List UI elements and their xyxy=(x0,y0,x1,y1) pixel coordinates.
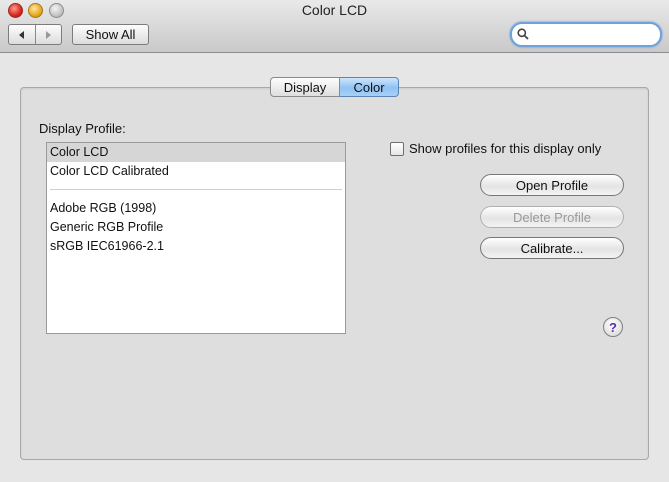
back-forward-control xyxy=(8,24,62,45)
chevron-left-icon xyxy=(18,30,24,39)
window-title: Color LCD xyxy=(301,2,368,18)
tab-color[interactable]: Color xyxy=(340,77,399,97)
show-profiles-label: Show profiles for this display only xyxy=(409,141,602,156)
list-item[interactable]: Generic RGB Profile xyxy=(47,218,345,237)
list-item[interactable]: sRGB IEC61966-2.1 xyxy=(47,237,345,256)
search-input[interactable] xyxy=(531,25,653,44)
tab-bar: Display Color xyxy=(270,77,399,97)
chevron-right-icon xyxy=(46,30,52,39)
list-separator xyxy=(50,189,342,190)
open-profile-button[interactable]: Open Profile xyxy=(480,174,624,196)
title-bar: Color LCD Show All xyxy=(0,0,669,53)
tab-display[interactable]: Display xyxy=(270,77,340,97)
show-profiles-option[interactable]: Show profiles for this display only xyxy=(390,141,601,156)
profile-list[interactable]: Color LCD Color LCD Calibrated Adobe RGB… xyxy=(46,142,346,334)
magnifier-icon xyxy=(517,28,529,40)
list-item[interactable]: Color LCD Calibrated xyxy=(47,162,345,181)
list-item[interactable]: Adobe RGB (1998) xyxy=(47,199,345,218)
list-item[interactable]: Color LCD xyxy=(47,143,345,162)
search-field[interactable] xyxy=(510,22,662,47)
help-button[interactable]: ? xyxy=(603,317,623,337)
back-button[interactable] xyxy=(9,25,35,44)
show-all-button[interactable]: Show All xyxy=(72,24,149,45)
forward-button[interactable] xyxy=(34,25,62,44)
display-profile-label: Display Profile: xyxy=(39,121,126,136)
delete-profile-button[interactable]: Delete Profile xyxy=(480,206,624,228)
preferences-window: Color LCD Show All Display Color Display… xyxy=(0,0,669,482)
calibrate-button[interactable]: Calibrate... xyxy=(480,237,624,259)
show-profiles-checkbox[interactable] xyxy=(390,141,404,156)
